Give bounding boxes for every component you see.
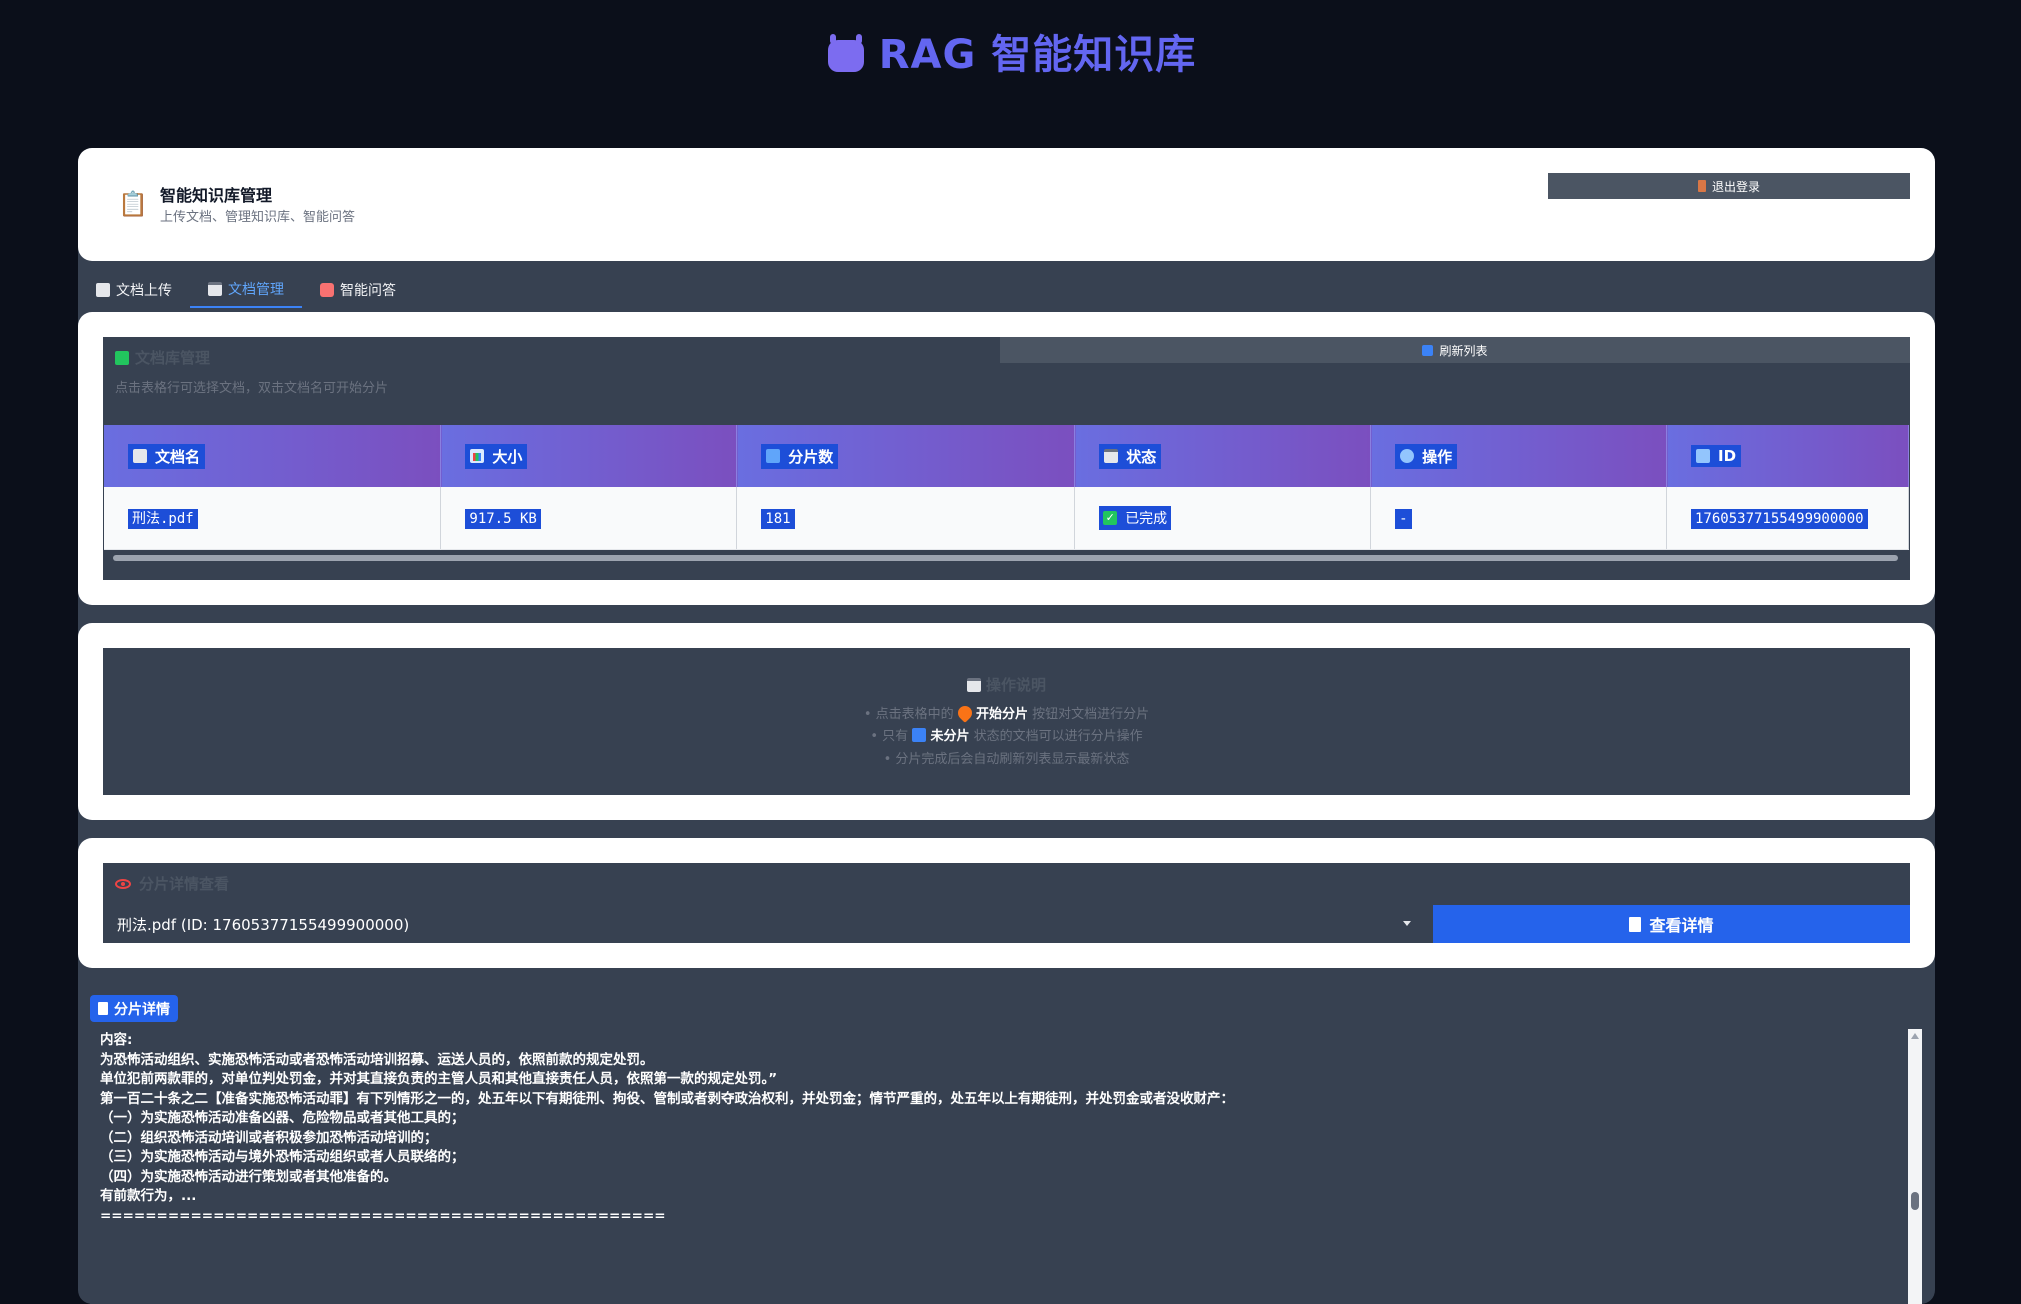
table-horizontal-scrollbar[interactable] xyxy=(113,555,1898,561)
page-icon xyxy=(98,1002,108,1015)
rocket-icon xyxy=(954,703,975,723)
cell-action[interactable]: - xyxy=(1370,487,1667,550)
chunk-viewer-panel: 分片详情查看 刑法.pdf (ID: 17605377155499900000)… xyxy=(103,863,1910,943)
document-select[interactable]: 刑法.pdf (ID: 17605377155499900000) xyxy=(103,905,1433,943)
tab-qa-label: 智能问答 xyxy=(340,283,396,299)
instructions-panel: 操作说明 • 点击表格中的 开始分片 按钮对文档进行分片 • 只有 未分片 状态… xyxy=(103,648,1910,795)
chunk-detail-textarea[interactable]: 内容: 为恐怖活动组织、实施恐怖活动或者恐怖活动培训招募、运送人员的，依照前款的… xyxy=(90,1029,1908,1304)
robot-icon xyxy=(320,283,334,297)
column-header-name[interactable]: 文档名 xyxy=(104,425,442,487)
refresh-icon xyxy=(1422,344,1434,356)
clipboard-icon xyxy=(966,678,981,692)
instruction-line-3: • 分片完成后会自动刷新列表显示最新状态 xyxy=(883,752,1130,767)
document-icon xyxy=(96,283,110,297)
refresh-list-button[interactable]: 刷新列表 xyxy=(1000,337,1910,363)
library-subtitle: 点击表格行可选择文档，双击文档名可开始分片 xyxy=(115,381,389,396)
refresh-icon xyxy=(912,728,927,742)
chevron-down-icon xyxy=(1403,921,1411,926)
instructions-title: 操作说明 xyxy=(103,674,1910,695)
instruction-line-2: • 只有 未分片 状态的文档可以进行分片操作 xyxy=(870,728,1143,744)
library-panel: 文档库管理 点击表格行可选择文档，双击文档名可开始分片 刷新列表 文档名 大小 … xyxy=(103,337,1910,580)
logout-label: 退出登录 xyxy=(1711,179,1760,194)
cell-id: 17605377155499900000 xyxy=(1666,487,1909,550)
clipboard-icon xyxy=(1104,449,1119,463)
column-header-chunks[interactable]: 分片数 xyxy=(736,425,1076,487)
textarea-vertical-scrollbar[interactable] xyxy=(1908,1029,1922,1304)
chunk-line: （三）为实施恐怖活动与境外恐怖活动组织或者人员联络的； xyxy=(100,1149,465,1165)
clipboard-icon xyxy=(208,282,222,296)
id-icon xyxy=(1696,449,1710,463)
cell-status: ✓ 已完成 xyxy=(1074,487,1372,550)
instructions-card: 操作说明 • 点击表格中的 开始分片 按钮对文档进行分片 • 只有 未分片 状态… xyxy=(78,623,1935,820)
chunk-line: （四）为实施恐怖活动进行策划或者其他准备的。 xyxy=(100,1168,397,1185)
app-title: RAG 智能知识库 xyxy=(0,22,2021,80)
table-row[interactable]: 刑法.pdf 917.5 KB 181 ✓ 已完成 - 1760537715549… xyxy=(104,487,1909,550)
numbers-icon xyxy=(766,449,781,463)
logout-button[interactable]: 退出登录 xyxy=(1548,173,1910,199)
chunk-line: 有前款行为，... xyxy=(100,1188,197,1204)
refresh-label: 刷新列表 xyxy=(1439,343,1488,358)
chunk-line: 单位犯前两款罪的，对单位判处罚金，并对其直接负责的主管人员和其他直接责任人员，依… xyxy=(100,1071,778,1087)
tab-upload[interactable]: 文档上传 xyxy=(78,272,190,308)
column-header-id[interactable]: ID xyxy=(1666,425,1909,487)
chunk-viewer-card: 分片详情查看 刑法.pdf (ID: 17605377155499900000)… xyxy=(78,838,1935,968)
header-title: 智能知识库管理 xyxy=(160,186,273,205)
document-icon xyxy=(133,449,147,463)
table-header-row: 文档名 大小 分片数 状态 操作 ID xyxy=(104,425,1909,487)
document-select-value: 刑法.pdf (ID: 17605377155499900000) xyxy=(117,915,410,934)
scroll-thumb[interactable] xyxy=(1911,1192,1919,1210)
column-header-status[interactable]: 状态 xyxy=(1074,425,1372,487)
chunk-detail-badge: 分片详情 xyxy=(90,995,178,1022)
gear-icon xyxy=(1400,449,1415,463)
cell-size: 917.5 KB xyxy=(440,487,738,550)
view-details-button[interactable]: 查看详情 xyxy=(1433,905,1910,943)
chunk-line: 内容: xyxy=(100,1032,133,1048)
bar-chart-icon xyxy=(470,449,485,463)
library-title-text: 文档库管理 xyxy=(135,349,211,367)
header-subtitle: 上传文档、管理知识库、智能问答 xyxy=(160,210,356,225)
eye-icon xyxy=(115,878,131,889)
status-badge: 已完成 xyxy=(1125,510,1168,527)
column-header-size[interactable]: 大小 xyxy=(440,425,738,487)
header-card: 📋 智能知识库管理 上传文档、管理知识库、智能问答 退出登录 xyxy=(78,148,1935,261)
tab-manage-label: 文档管理 xyxy=(228,282,284,298)
tab-upload-label: 文档上传 xyxy=(116,283,172,299)
column-header-action[interactable]: 操作 xyxy=(1370,425,1667,487)
chunk-line: 第一百二十条之二【准备实施恐怖活动罪】有下列情形之一的，处五年以下有期徒刑、拘役… xyxy=(100,1090,1234,1107)
document-table: 文档名 大小 分片数 状态 操作 ID 刑法.pdf 917.5 KB 181 … xyxy=(104,425,1909,550)
tab-qa[interactable]: 智能问答 xyxy=(302,272,414,308)
scroll-up-icon[interactable] xyxy=(1911,1033,1919,1039)
robot-icon xyxy=(825,34,867,74)
app-title-text: RAG 智能知识库 xyxy=(878,32,1197,78)
books-icon xyxy=(115,350,129,365)
cell-name[interactable]: 刑法.pdf xyxy=(104,487,442,550)
chunk-line: （一）为实施恐怖活动准备凶器、危险物品或者其他工具的； xyxy=(100,1110,465,1126)
cell-chunks: 181 xyxy=(736,487,1076,550)
clipboard-icon: 📋 xyxy=(118,190,148,218)
library-title: 文档库管理 xyxy=(115,347,210,368)
door-icon xyxy=(1697,180,1706,192)
instruction-line-1: • 点击表格中的 开始分片 按钮对文档进行分片 xyxy=(103,703,1910,723)
library-card: 文档库管理 点击表格行可选择文档，双击文档名可开始分片 刷新列表 文档名 大小 … xyxy=(78,312,1935,605)
tab-manage[interactable]: 文档管理 xyxy=(190,272,302,308)
check-icon: ✓ xyxy=(1103,510,1118,525)
chunk-line: ========================================… xyxy=(100,1207,666,1224)
chunk-line: 为恐怖活动组织、实施恐怖活动或者恐怖活动培训招募、运送人员的，依照前款的规定处罚… xyxy=(100,1051,654,1068)
tab-bar: 文档上传 文档管理 智能问答 xyxy=(78,272,414,312)
chunk-viewer-title: 分片详情查看 xyxy=(115,873,229,894)
chunk-line: （二）组织恐怖活动培训或者积极参加恐怖活动培训的； xyxy=(100,1129,438,1146)
page-icon xyxy=(1629,916,1642,932)
